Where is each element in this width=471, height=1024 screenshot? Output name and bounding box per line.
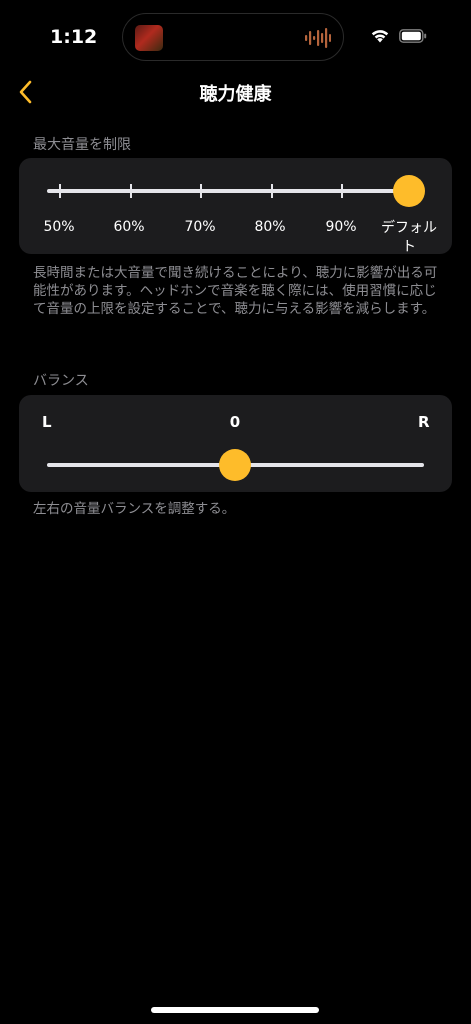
tick-label-50: 50% <box>43 219 75 235</box>
tick-label-90: 90% <box>325 219 357 235</box>
home-indicator <box>151 1007 319 1013</box>
battery-icon <box>399 28 427 43</box>
tick-label-default: デフォルト <box>381 220 437 255</box>
balance-right-label: R <box>418 413 430 431</box>
balance-value: 0 <box>229 413 241 431</box>
page-title: 聴力健康 <box>199 84 272 105</box>
tick-label-80: 80% <box>254 219 286 235</box>
slider-tick <box>200 184 202 198</box>
volume-limit-card: 50% 60% 70% 80% 90% デフォルト <box>19 158 452 255</box>
balance-description: 左右の音量バランスを調整する。 <box>33 501 236 517</box>
balance-left-label: L <box>42 413 52 431</box>
volume-limit-thumb[interactable] <box>393 175 425 207</box>
tick-label-60: 60% <box>113 219 145 235</box>
balance-card: L 0 R <box>19 395 452 492</box>
now-playing-artwork <box>135 25 163 51</box>
balance-thumb[interactable] <box>219 449 251 481</box>
tick-label-70: 70% <box>184 219 216 235</box>
audio-waveform-icon <box>305 28 331 48</box>
volume-limit-header: 最大音量を制限 <box>33 137 131 153</box>
slider-tick <box>130 184 132 198</box>
slider-tick <box>59 184 61 198</box>
status-time: 1:12 <box>50 26 98 48</box>
slider-tick <box>271 184 273 198</box>
balance-header: バランス <box>33 373 89 389</box>
volume-limit-slider[interactable] <box>47 184 409 198</box>
slider-tick <box>341 184 343 198</box>
volume-limit-description: 長時間または大音量で聞き続けることにより、聴力に影響が出る可能性があります。ヘッ… <box>33 265 438 317</box>
wifi-icon <box>371 30 389 43</box>
dynamic-island[interactable] <box>122 13 344 61</box>
